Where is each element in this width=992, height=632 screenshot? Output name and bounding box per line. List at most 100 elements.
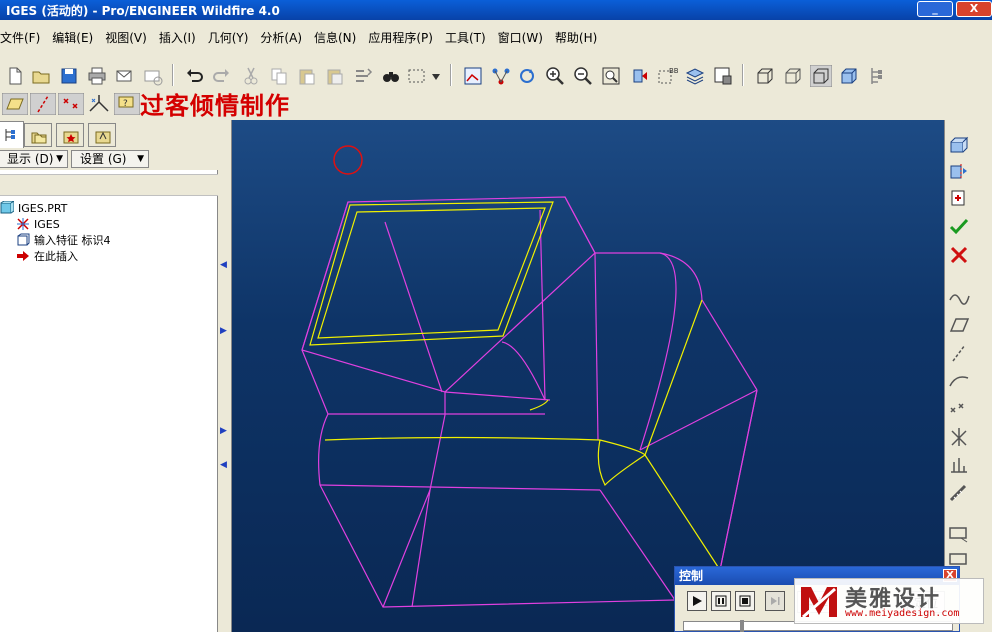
select-dropdown-icon[interactable]	[432, 74, 440, 80]
tree-item-label: 输入特征 标识4	[34, 234, 111, 247]
add-feature-icon[interactable]	[947, 186, 971, 208]
navigator-panel: 显示 (D) ▼ 设置 (G) ▼ IGES.PRT IGES 输入特征 标识4…	[0, 120, 218, 632]
datum-toolbar: ?	[0, 90, 160, 118]
send-mail-icon[interactable]	[114, 65, 136, 87]
navigator-tabs	[0, 120, 218, 148]
undo-icon[interactable]	[184, 65, 206, 87]
wireframe-icon[interactable]	[754, 65, 776, 87]
tree-item-insert-here[interactable]: 在此插入	[16, 248, 78, 264]
sketch-icon[interactable]	[462, 65, 484, 87]
tree-item-iges[interactable]: IGES	[16, 216, 60, 232]
toolbar-separator	[450, 64, 452, 86]
datum-plane-icon[interactable]	[947, 314, 971, 336]
sketch-curve-icon[interactable]	[947, 286, 971, 308]
collapse-arrow-icon[interactable]: ◀	[220, 460, 227, 470]
datum-axis-display-icon[interactable]	[30, 93, 56, 115]
menu-file[interactable]: 文件(F)	[0, 29, 46, 46]
layers-icon[interactable]	[684, 65, 706, 87]
hole-tool-icon[interactable]	[947, 522, 971, 544]
panel-splitter[interactable]: ◀ ▶ ▶ ◀	[218, 120, 232, 632]
menu-geometry[interactable]: 几何(Y)	[202, 29, 255, 46]
navigator-buttons: 显示 (D) ▼ 设置 (G) ▼	[0, 148, 218, 170]
zoom-out-icon[interactable]	[572, 65, 594, 87]
app-window: IGES (活动的) - Pro/ENGINEER Wildfire 4.0 _…	[0, 0, 992, 632]
datum-point-display-icon[interactable]	[58, 93, 84, 115]
menu-window[interactable]: 窗口(W)	[492, 29, 549, 46]
annotation-display-icon[interactable]: ?	[114, 93, 140, 115]
tree-item-import-feature[interactable]: 输入特征 标识4	[16, 232, 111, 248]
cancel-x-icon[interactable]	[947, 244, 971, 266]
slider-thumb[interactable]	[740, 620, 744, 632]
datum-point-icon[interactable]	[947, 398, 971, 420]
check-accept-icon[interactable]	[947, 216, 971, 238]
csys-icon[interactable]	[947, 426, 971, 448]
stop-button[interactable]	[735, 591, 755, 611]
reorient-icon[interactable]	[628, 65, 650, 87]
display-dropdown-label: 显示 (D)	[7, 152, 54, 166]
expand-arrow-icon[interactable]: ▶	[220, 426, 227, 436]
close-button[interactable]: X	[956, 1, 992, 17]
svg-text:BB: BB	[669, 67, 678, 75]
refit-icon[interactable]	[600, 65, 622, 87]
tab-folder-browser[interactable]	[24, 123, 52, 147]
cut-icon[interactable]	[240, 65, 262, 87]
expand-arrow-icon[interactable]: ▶	[220, 326, 227, 336]
shading-icon[interactable]	[838, 65, 860, 87]
select-box-icon[interactable]	[406, 65, 428, 87]
tab-model-tree[interactable]	[0, 121, 24, 148]
window-controls: _ X	[914, 1, 992, 17]
tree-item-root[interactable]: IGES.PRT	[0, 200, 67, 216]
menu-analysis[interactable]: 分析(A)	[254, 29, 308, 46]
regenerate-icon[interactable]	[352, 65, 374, 87]
open-folder-icon[interactable]	[30, 65, 52, 87]
model-tree-icon[interactable]	[866, 65, 888, 87]
tab-connections[interactable]	[88, 123, 116, 147]
network-icon[interactable]	[490, 65, 512, 87]
saved-views-icon[interactable]: BB	[656, 65, 678, 87]
analysis-feature-icon[interactable]	[947, 454, 971, 476]
chevron-down-icon: ▼	[56, 154, 63, 164]
menu-view[interactable]: 视图(V)	[99, 29, 153, 46]
copy-icon[interactable]	[268, 65, 290, 87]
menu-tools[interactable]: 工具(T)	[439, 29, 492, 46]
no-hidden-icon[interactable]	[810, 65, 832, 87]
csys-display-icon[interactable]	[86, 93, 112, 115]
measure-icon[interactable]	[947, 482, 971, 504]
menu-insert[interactable]: 插入(I)	[153, 29, 202, 46]
menu-help[interactable]: 帮助(H)	[549, 29, 603, 46]
save-icon[interactable]	[58, 65, 80, 87]
title-bar: IGES (活动的) - Pro/ENGINEER Wildfire 4.0 _…	[0, 0, 992, 20]
tree-header	[0, 174, 218, 196]
pause-icon	[715, 595, 727, 607]
stop-icon	[739, 595, 751, 607]
datum-plane-display-icon[interactable]	[2, 93, 28, 115]
menu-info[interactable]: 信息(N)	[308, 29, 362, 46]
graphics-viewport[interactable]	[232, 120, 944, 632]
model-tree-tab-icon	[5, 129, 15, 141]
redo-icon[interactable]	[210, 65, 232, 87]
extrude-tool-icon[interactable]	[947, 134, 971, 156]
new-file-icon[interactable]	[4, 65, 26, 87]
play-button[interactable]	[687, 591, 707, 611]
tab-favorites[interactable]	[56, 123, 84, 147]
menu-edit[interactable]: 编辑(E)	[46, 29, 99, 46]
step-button[interactable]	[765, 591, 785, 611]
display-dropdown[interactable]: 显示 (D) ▼	[0, 150, 68, 168]
zoom-in-icon[interactable]	[544, 65, 566, 87]
hidden-line-icon[interactable]	[782, 65, 804, 87]
datum-axis-icon[interactable]	[947, 342, 971, 364]
paste-special-icon[interactable]	[324, 65, 346, 87]
minimize-button[interactable]: _	[917, 1, 953, 17]
collapse-arrow-icon[interactable]: ◀	[220, 260, 227, 270]
pause-button[interactable]	[711, 591, 731, 611]
print-icon[interactable]	[86, 65, 108, 87]
spin-rotate-icon[interactable]	[516, 65, 538, 87]
settings-dropdown[interactable]: 设置 (G) ▼	[71, 150, 149, 168]
send-link-icon[interactable]	[142, 65, 164, 87]
find-binoculars-icon[interactable]	[380, 65, 402, 87]
datum-curve-icon[interactable]	[947, 370, 971, 392]
paste-icon[interactable]	[296, 65, 318, 87]
revolve-tool-icon[interactable]	[947, 160, 971, 182]
view-manager-icon[interactable]	[712, 65, 734, 87]
menu-applications[interactable]: 应用程序(P)	[362, 29, 439, 46]
